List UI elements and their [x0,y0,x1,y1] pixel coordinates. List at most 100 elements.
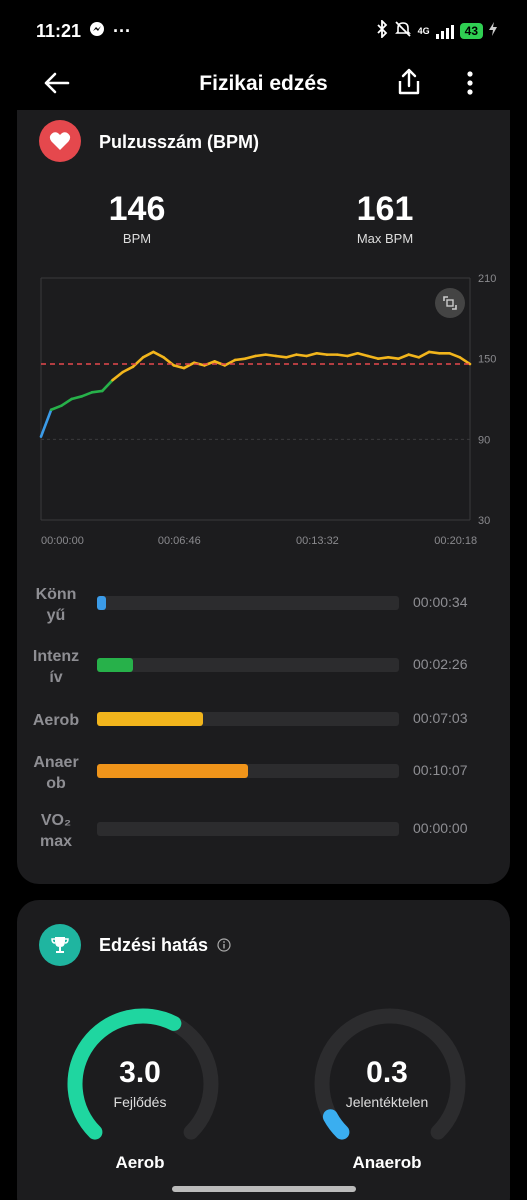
hr-line-segment [243,354,257,360]
avg-bpm-value: 146 [108,190,166,228]
more-options-button[interactable] [460,68,480,98]
hr-line-segment [141,350,155,359]
zone-label: VO₂ max [25,810,87,852]
max-bpm-unit: Max BPM [356,231,414,246]
hr-line-segment [417,350,431,359]
training-effect-title: Edzési hatás [99,935,231,957]
avg-bpm-unit: BPM [122,231,152,246]
hr-line-segment [448,351,462,359]
gauge-fill [322,1109,350,1140]
zone-duration: 00:00:00 [413,820,468,836]
share-icon [398,68,420,95]
zone-label-line2: ob [46,775,66,792]
zone-bar-fill [97,764,248,778]
expand-icon [443,296,457,310]
hr-line-segment [458,356,472,366]
zone-label-line1: Anaer [33,754,79,771]
zone-row: VO₂ max 00:00:00 [17,810,510,864]
hr-line-segment [366,354,380,360]
heart-rate-card: Pulzusszám (BPM) 146 BPM 161 Max BPM 210… [17,110,510,884]
share-button[interactable] [394,66,424,98]
zone-bar-fill [97,658,134,672]
hr-line-segment [233,357,247,362]
more-vertical-icon [467,71,473,95]
max-bpm-value: 161 [356,190,414,228]
hr-line-segment [90,389,104,394]
bluetooth-icon [376,18,388,42]
anaerobic-status: Jelentéktelen [345,1094,429,1110]
aerobic-status: Fejlődés [113,1094,167,1110]
info-icon[interactable] [217,936,231,957]
hr-line-segment [60,397,73,408]
battery-icon: 43 [459,23,483,39]
hr-line-segment [152,350,165,359]
zone-label: Könn yű [25,584,87,626]
zone-duration: 00:07:03 [413,710,468,726]
zone-label-line1: Intenz [32,648,80,665]
zone-bar-track [97,658,399,672]
avg-bpm-stat: 146 BPM [67,190,207,246]
zone-bar-fill [97,596,107,610]
hr-line-segment [284,353,298,359]
hr-line-segment [254,353,268,358]
hr-line-segment [80,390,94,398]
zone-bar-fill [97,712,203,726]
hr-line-segment [305,351,319,358]
zone-label-line1: VO₂ [40,812,72,829]
zone-row: Könn yű 00:00:34 [17,584,510,638]
status-time: 11:21 [36,20,82,41]
y-tick-label: 30 [478,515,490,527]
zone-row: Intenz ív 00:02:26 [17,646,510,700]
hr-line-segment [131,356,145,369]
zone-label: Intenz ív [25,646,87,688]
home-indicator[interactable] [172,1186,356,1192]
more-notifications-icon: ··· [113,20,132,41]
x-tick-label: 00:13:32 [296,535,339,547]
zone-row: Anaer ob 00:10:07 [17,752,510,806]
hr-line-segment [356,351,370,358]
zone-duration: 00:02:26 [413,656,468,672]
hr-line-segment [386,356,400,360]
anaerobic-value: 0.3 [366,1056,408,1089]
hr-line-segment [376,356,390,360]
hr-line-segment [100,378,114,393]
y-tick-label: 150 [478,354,496,366]
zone-row: Aerob 00:07:03 [17,700,510,754]
zone-label: Anaer ob [25,752,87,794]
y-tick-label: 210 [478,273,496,285]
hr-line-segment [172,364,186,370]
zone-bar-track [97,822,399,836]
hr-line-segment [335,353,349,358]
hr-line-segment [39,408,53,438]
y-tick-label: 90 [478,434,490,446]
x-tick-label: 00:20:18 [434,535,477,547]
hr-line-segment [427,350,441,355]
zone-bar-track [97,596,399,610]
x-tick-label: 00:00:00 [41,535,84,547]
hr-line-segment [315,351,329,356]
trophy-icon [39,924,81,966]
zone-label-line1: Könn [35,586,77,603]
zone-bar-track [97,712,399,726]
signal-icon [435,23,454,39]
hr-line-segment [346,351,359,358]
zone-label-line2: max [39,833,73,850]
training-effect-card: Edzési hatás 3.0 Fejlődés Aerob 0.3 Jele… [17,900,510,1200]
hr-line-segment [121,365,135,374]
hr-line-segment [397,353,411,360]
zone-label-line2: ív [49,669,63,686]
zone-label-line2: yű [46,607,66,624]
zone-duration: 00:10:07 [413,762,468,778]
heart-rate-title: Pulzusszám (BPM) [99,132,260,152]
app-bar: Fizikai edzés [0,62,527,108]
zone-duration: 00:00:34 [413,594,468,610]
hr-line-segment [111,370,125,382]
aerobic-value: 3.0 [119,1056,161,1089]
hr-line-segment [264,353,278,358]
zone-label-line1: Aerob [32,712,80,729]
anaerobic-name: Anaerob [352,1153,422,1172]
hr-line-segment [295,353,308,358]
heart-icon [39,120,81,162]
expand-chart-button[interactable] [435,288,465,318]
max-bpm-stat: 161 Max BPM [315,190,455,246]
